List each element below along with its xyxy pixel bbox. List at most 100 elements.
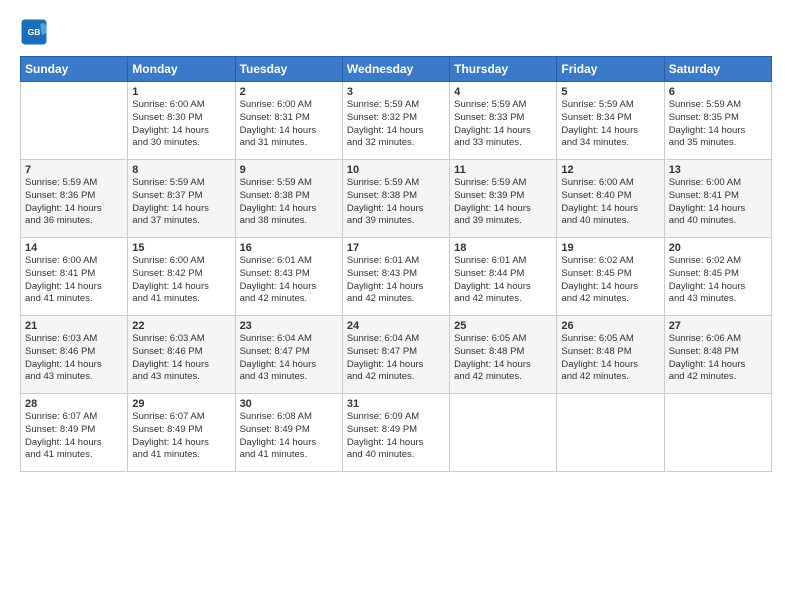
calendar-cell: 20Sunrise: 6:02 AM Sunset: 8:45 PM Dayli… xyxy=(664,238,771,316)
calendar-cell xyxy=(21,82,128,160)
calendar-cell: 28Sunrise: 6:07 AM Sunset: 8:49 PM Dayli… xyxy=(21,394,128,472)
calendar-cell: 17Sunrise: 6:01 AM Sunset: 8:43 PM Dayli… xyxy=(342,238,449,316)
calendar-cell xyxy=(664,394,771,472)
day-info: Sunrise: 6:00 AM Sunset: 8:41 PM Dayligh… xyxy=(669,177,767,228)
day-number: 13 xyxy=(669,164,767,176)
day-number: 18 xyxy=(454,242,552,254)
week-row-3: 21 Sunrise: 6:03 AM Sunset: 8:46 PM Dayli… xyxy=(21,316,772,394)
day-number: 16 xyxy=(240,242,338,254)
day-number: 20 xyxy=(669,242,767,254)
calendar-cell: 19Sunrise: 6:02 AM Sunset: 8:45 PM Dayli… xyxy=(557,238,664,316)
day-number: 28 xyxy=(25,398,123,410)
calendar-cell: 14Sunrise: 6:00 AM Sunset: 8:41 PM Dayli… xyxy=(21,238,128,316)
calendar-cell: 26Sunrise: 6:05 AM Sunset: 8:48 PM Dayli… xyxy=(557,316,664,394)
day-number: 17 xyxy=(347,242,445,254)
calendar-cell: 18Sunrise: 6:01 AM Sunset: 8:44 PM Dayli… xyxy=(450,238,557,316)
day-info: Sunrise: 6:00 AM Sunset: 8:40 PM Dayligh… xyxy=(561,177,659,228)
day-number: 5 xyxy=(561,86,659,98)
day-header-thursday: Thursday xyxy=(450,57,557,82)
week-row-4: 28Sunrise: 6:07 AM Sunset: 8:49 PM Dayli… xyxy=(21,394,772,472)
day-info: Sunrise: 6:01 AM Sunset: 8:44 PM Dayligh… xyxy=(454,255,552,306)
day-header-saturday: Saturday xyxy=(664,57,771,82)
day-header-tuesday: Tuesday xyxy=(235,57,342,82)
day-info: Sunrise: 6:07 AM Sunset: 8:49 PM Dayligh… xyxy=(25,411,123,462)
day-number: 15 xyxy=(132,242,230,254)
day-number: 4 xyxy=(454,86,552,98)
day-number: 8 xyxy=(132,164,230,176)
day-number: 19 xyxy=(561,242,659,254)
day-header-monday: Monday xyxy=(128,57,235,82)
calendar-cell: 1Sunrise: 6:00 AM Sunset: 8:30 PM Daylig… xyxy=(128,82,235,160)
day-info: Sunrise: 5:59 AM Sunset: 8:36 PM Dayligh… xyxy=(25,177,123,228)
calendar-cell: 12Sunrise: 6:00 AM Sunset: 8:40 PM Dayli… xyxy=(557,160,664,238)
day-number: 30 xyxy=(240,398,338,410)
calendar-cell xyxy=(557,394,664,472)
day-info: Sunrise: 6:05 AM Sunset: 8:48 PM Dayligh… xyxy=(561,333,659,384)
calendar-cell: 24Sunrise: 6:04 AM Sunset: 8:47 PM Dayli… xyxy=(342,316,449,394)
day-number: 1 xyxy=(132,86,230,98)
day-number: 12 xyxy=(561,164,659,176)
calendar-cell: 5Sunrise: 5:59 AM Sunset: 8:34 PM Daylig… xyxy=(557,82,664,160)
calendar-cell: 23Sunrise: 6:04 AM Sunset: 8:47 PM Dayli… xyxy=(235,316,342,394)
calendar-cell: 7Sunrise: 5:59 AM Sunset: 8:36 PM Daylig… xyxy=(21,160,128,238)
day-info: Sunrise: 6:04 AM Sunset: 8:47 PM Dayligh… xyxy=(347,333,445,384)
header-row: SundayMondayTuesdayWednesdayThursdayFrid… xyxy=(21,57,772,82)
calendar-cell: 21Sunrise: 6:03 AM Sunset: 8:46 PM Dayli… xyxy=(21,316,128,394)
day-info: Sunrise: 5:59 AM Sunset: 8:38 PM Dayligh… xyxy=(347,177,445,228)
calendar-cell: 25Sunrise: 6:05 AM Sunset: 8:48 PM Dayli… xyxy=(450,316,557,394)
week-row-2: 14Sunrise: 6:00 AM Sunset: 8:41 PM Dayli… xyxy=(21,238,772,316)
day-info: Sunrise: 5:59 AM Sunset: 8:34 PM Dayligh… xyxy=(561,99,659,150)
day-header-friday: Friday xyxy=(557,57,664,82)
calendar-cell: 13Sunrise: 6:00 AM Sunset: 8:41 PM Dayli… xyxy=(664,160,771,238)
day-number: 26 xyxy=(561,320,659,332)
day-info: Sunrise: 6:00 AM Sunset: 8:30 PM Dayligh… xyxy=(132,99,230,150)
calendar-cell: 10Sunrise: 5:59 AM Sunset: 8:38 PM Dayli… xyxy=(342,160,449,238)
calendar-cell: 30Sunrise: 6:08 AM Sunset: 8:49 PM Dayli… xyxy=(235,394,342,472)
calendar-cell: 29Sunrise: 6:07 AM Sunset: 8:49 PM Dayli… xyxy=(128,394,235,472)
day-number: 7 xyxy=(25,164,123,176)
day-info: Sunrise: 5:59 AM Sunset: 8:32 PM Dayligh… xyxy=(347,99,445,150)
day-number: 25 xyxy=(454,320,552,332)
week-row-1: 7Sunrise: 5:59 AM Sunset: 8:36 PM Daylig… xyxy=(21,160,772,238)
svg-text:GB: GB xyxy=(28,27,41,37)
day-number: 9 xyxy=(240,164,338,176)
calendar-cell: 2Sunrise: 6:00 AM Sunset: 8:31 PM Daylig… xyxy=(235,82,342,160)
calendar-cell: 15Sunrise: 6:00 AM Sunset: 8:42 PM Dayli… xyxy=(128,238,235,316)
day-info: Sunrise: 6:03 AM Sunset: 8:46 PM Dayligh… xyxy=(132,333,230,384)
logo-icon: GB xyxy=(20,18,48,46)
calendar-cell: 9Sunrise: 5:59 AM Sunset: 8:38 PM Daylig… xyxy=(235,160,342,238)
day-number: 21 xyxy=(25,320,123,332)
day-info: Sunrise: 6:00 AM Sunset: 8:42 PM Dayligh… xyxy=(132,255,230,306)
day-info: Sunrise: 6:09 AM Sunset: 8:49 PM Dayligh… xyxy=(347,411,445,462)
day-header-wednesday: Wednesday xyxy=(342,57,449,82)
calendar-cell: 4Sunrise: 5:59 AM Sunset: 8:33 PM Daylig… xyxy=(450,82,557,160)
day-info: Sunrise: 6:08 AM Sunset: 8:49 PM Dayligh… xyxy=(240,411,338,462)
day-number: 31 xyxy=(347,398,445,410)
day-info: Sunrise: 6:07 AM Sunset: 8:49 PM Dayligh… xyxy=(132,411,230,462)
day-number: 3 xyxy=(347,86,445,98)
day-info: Sunrise: 6:00 AM Sunset: 8:41 PM Dayligh… xyxy=(25,255,123,306)
day-info: Sunrise: 6:02 AM Sunset: 8:45 PM Dayligh… xyxy=(561,255,659,306)
page: GB SundayMondayTuesdayWednesdayThursdayF… xyxy=(0,0,792,612)
day-number: 24 xyxy=(347,320,445,332)
calendar-cell: 22Sunrise: 6:03 AM Sunset: 8:46 PM Dayli… xyxy=(128,316,235,394)
day-header-sunday: Sunday xyxy=(21,57,128,82)
calendar-cell: 31Sunrise: 6:09 AM Sunset: 8:49 PM Dayli… xyxy=(342,394,449,472)
day-info: Sunrise: 6:00 AM Sunset: 8:31 PM Dayligh… xyxy=(240,99,338,150)
calendar-cell: 8Sunrise: 5:59 AM Sunset: 8:37 PM Daylig… xyxy=(128,160,235,238)
day-info: Sunrise: 6:06 AM Sunset: 8:48 PM Dayligh… xyxy=(669,333,767,384)
calendar-cell: 27Sunrise: 6:06 AM Sunset: 8:48 PM Dayli… xyxy=(664,316,771,394)
calendar-cell: 16Sunrise: 6:01 AM Sunset: 8:43 PM Dayli… xyxy=(235,238,342,316)
day-number: 6 xyxy=(669,86,767,98)
day-number: 2 xyxy=(240,86,338,98)
calendar-cell xyxy=(450,394,557,472)
logo: GB xyxy=(20,18,50,46)
day-info: Sunrise: 6:01 AM Sunset: 8:43 PM Dayligh… xyxy=(347,255,445,306)
calendar-cell: 6Sunrise: 5:59 AM Sunset: 8:35 PM Daylig… xyxy=(664,82,771,160)
day-info: Sunrise: 6:01 AM Sunset: 8:43 PM Dayligh… xyxy=(240,255,338,306)
day-info: Sunrise: 5:59 AM Sunset: 8:39 PM Dayligh… xyxy=(454,177,552,228)
calendar-table: SundayMondayTuesdayWednesdayThursdayFrid… xyxy=(20,56,772,472)
day-info: Sunrise: 5:59 AM Sunset: 8:35 PM Dayligh… xyxy=(669,99,767,150)
week-row-0: 1Sunrise: 6:00 AM Sunset: 8:30 PM Daylig… xyxy=(21,82,772,160)
day-info: Sunrise: 5:59 AM Sunset: 8:33 PM Dayligh… xyxy=(454,99,552,150)
